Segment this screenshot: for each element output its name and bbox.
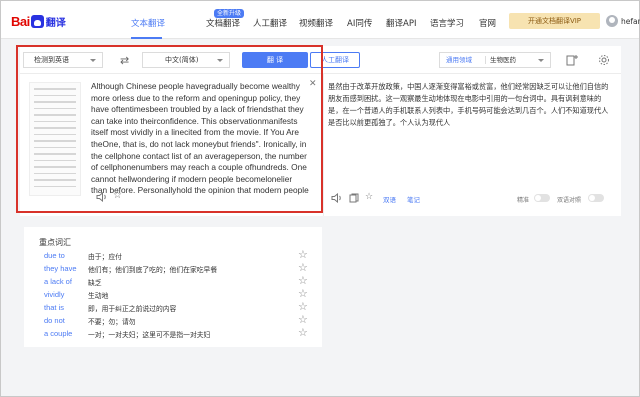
notes-link[interactable]: 笔记 [407, 194, 420, 204]
translation-toolbar: ☆ 双语 笔记 精准 双语对照 [331, 192, 617, 205]
domain-select[interactable]: 通用领域 生物医药 [439, 52, 551, 68]
keyword-row: a couple 一对；一对夫妇；这里可不是指一对夫妇 ☆ [44, 326, 314, 341]
keyword-meaning: 由于；应付 [88, 253, 122, 261]
keyword-row: that is 即，用于纠正之前说过的内容 ☆ [44, 300, 314, 315]
keyword-term[interactable]: a lack of [44, 277, 72, 286]
keyword-row: due to 由于；应付 ☆ [44, 248, 314, 263]
keyword-row: do not 不要；勿；请勿 ☆ [44, 313, 314, 328]
keyword-meaning: 他们有；他们到底了吃的；他们在家吃早餐 [88, 266, 218, 274]
nav-text-translate[interactable]: 文本翻译 [131, 17, 165, 29]
new-document-icon[interactable] [565, 54, 579, 66]
favorite-star-icon[interactable]: ☆ [298, 248, 308, 261]
highlight-annotation-box [16, 45, 323, 213]
favorite-star-icon[interactable]: ☆ [298, 287, 308, 300]
favorite-star-icon[interactable]: ☆ [298, 274, 308, 287]
doc-vip-button[interactable]: 开通文档翻译VIP [509, 13, 600, 29]
precise-toggle[interactable] [534, 194, 550, 202]
keyword-term[interactable]: that is [44, 303, 64, 312]
domain-divider [485, 56, 486, 64]
precise-label: 精准 [517, 197, 530, 204]
logo-text-fanyi: 翻译 [45, 17, 66, 29]
keyword-term[interactable]: they have [44, 264, 77, 273]
baidu-translate-logo[interactable]: Bai 翻译 [11, 13, 66, 29]
domain-label: 通用领域 [446, 56, 472, 64]
favorite-star-icon[interactable]: ☆ [298, 326, 308, 339]
active-tab-indicator [131, 37, 162, 39]
nav-doc-translate[interactable]: 文档翻译 [206, 17, 240, 29]
translation-output: 虽然由于改革开放政策，中国人逐渐变得富裕或贫富，他们经常因缺乏可以让他们自信的朋… [328, 82, 609, 127]
keyword-term[interactable]: vividly [44, 290, 64, 299]
keyword-row: a lack of 缺乏 ☆ [44, 274, 314, 289]
nav-human-translate[interactable]: 人工翻译 [253, 17, 287, 29]
bilingual-compare-label: 双语对照 [557, 197, 582, 204]
favorite-star-icon[interactable]: ☆ [298, 313, 308, 326]
keyword-term[interactable]: a couple [44, 329, 72, 338]
keyword-row: they have 他们有；他们到底了吃的；他们在家吃早餐 ☆ [44, 261, 314, 276]
keyword-meaning: 生动地 [88, 292, 109, 300]
keyword-meaning: 不要；勿；请勿 [88, 318, 136, 326]
top-header: Bai 翻译 文本翻译 全新升级 文档翻译 人工翻译 视频翻译 AI同传 翻译A… [1, 1, 640, 39]
pane-divider [323, 74, 324, 216]
nav-ai-interpret[interactable]: AI同传 [347, 17, 372, 29]
keyword-term[interactable]: due to [44, 251, 65, 260]
keyword-row: vividly 生动地 ☆ [44, 287, 314, 302]
nav-language-learning[interactable]: 语言学习 [430, 17, 464, 29]
favorite-star-icon[interactable]: ☆ [298, 261, 308, 274]
keywords-title: 重点词汇 [39, 238, 71, 247]
bilingual-compare-toggle[interactable] [588, 194, 604, 202]
domain-value: 生物医药 [490, 56, 516, 64]
baidu-paw-icon [30, 14, 44, 28]
nav-translate-api[interactable]: 翻译API [386, 17, 416, 29]
favorite-star-icon[interactable]: ☆ [365, 192, 373, 202]
keyword-meaning: 一对；一对夫妇；这里可不是指一对夫妇 [88, 331, 211, 339]
copy-icon[interactable] [349, 193, 359, 203]
username[interactable]: hefan62 [621, 17, 640, 26]
bilingual-link[interactable]: 双语 [383, 194, 396, 204]
keyword-meaning: 缺乏 [88, 279, 102, 287]
nav-official-site[interactable]: 官网 [479, 17, 496, 29]
favorite-star-icon[interactable]: ☆ [298, 300, 308, 313]
keyword-meaning: 即，用于纠正之前说过的内容 [88, 305, 177, 313]
keyword-term[interactable]: do not [44, 316, 65, 325]
keywords-panel: 重点词汇 due to 由于；应付 ☆ they have 他们有；他们到底了吃… [24, 227, 322, 347]
logo-text-bai: Bai [11, 13, 30, 29]
speaker-icon[interactable] [331, 193, 343, 203]
settings-gear-icon[interactable] [597, 54, 611, 66]
chevron-down-icon [538, 59, 544, 62]
nav-video-translate[interactable]: 视频翻译 [299, 17, 333, 29]
user-avatar-icon[interactable] [606, 15, 618, 27]
